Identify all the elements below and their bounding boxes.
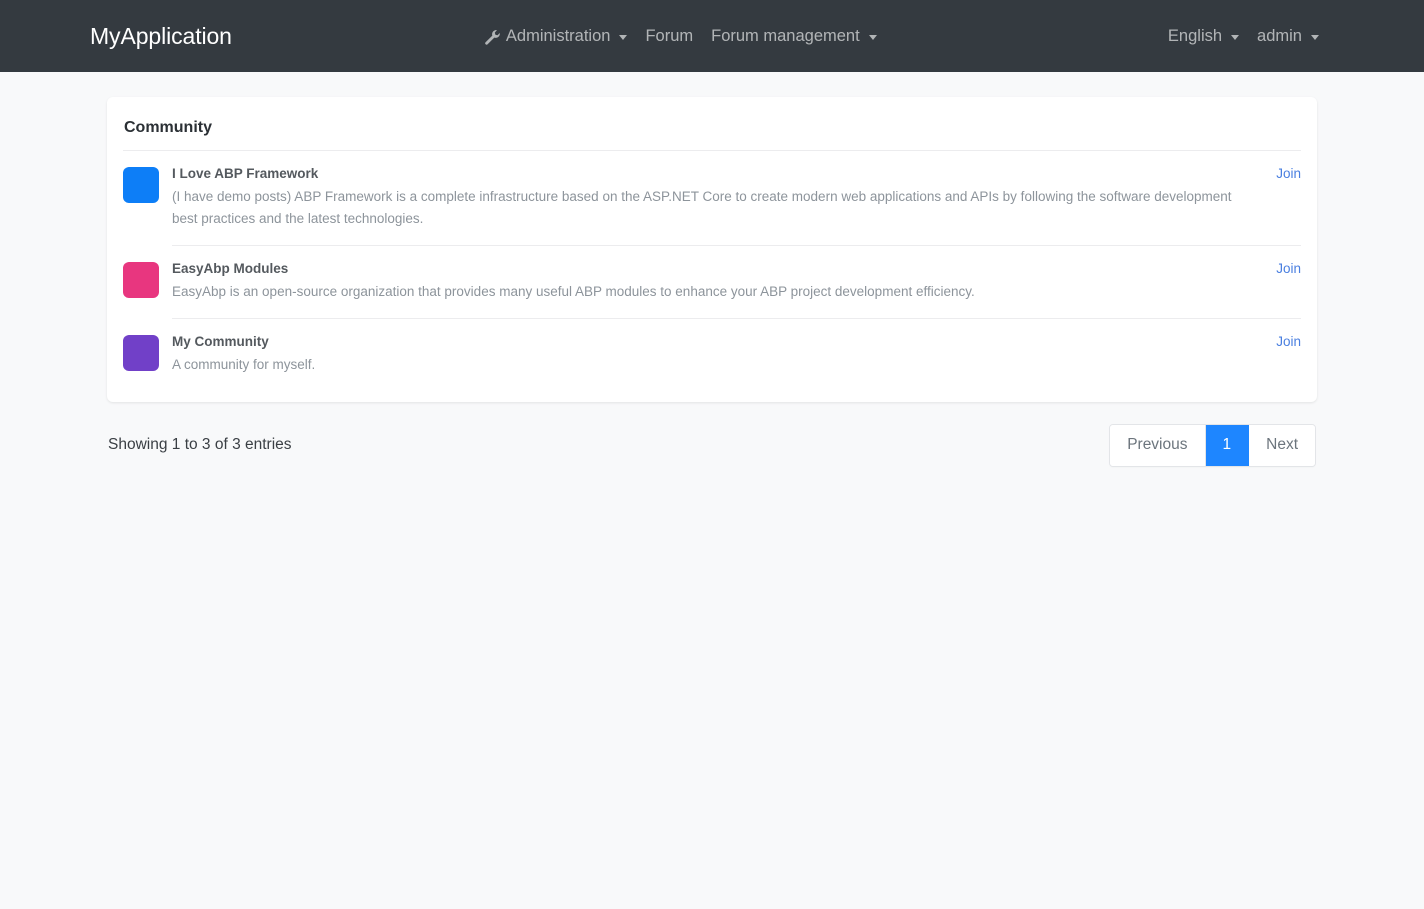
nav-item-forum-management[interactable]: Forum management <box>711 28 877 45</box>
wrench-icon <box>484 29 500 45</box>
nav-item-forum[interactable]: Forum <box>645 28 693 45</box>
chevron-down-icon <box>1231 34 1240 40</box>
page-title: Community <box>123 115 1301 151</box>
entries-info: Showing 1 to 3 of 3 entries <box>108 436 292 454</box>
community-description: A community for myself. <box>172 357 316 373</box>
community-list: I Love ABP Framework (I have demo posts)… <box>123 151 1301 386</box>
list-item[interactable]: EasyAbp Modules EasyAbp is an open-sourc… <box>123 246 1301 320</box>
community-description: (I have demo posts) ABP Framework is a c… <box>172 189 1232 227</box>
page-container: Community I Love ABP Framework (I have d… <box>107 72 1317 467</box>
nav-item-forum-management-label: Forum management <box>711 26 860 45</box>
chevron-down-icon <box>619 34 628 40</box>
community-name: My Community <box>172 334 269 350</box>
community-card: Community I Love ABP Framework (I have d… <box>107 97 1317 403</box>
community-color-swatch <box>123 167 159 203</box>
join-button[interactable]: Join <box>1276 333 1301 376</box>
primary-nav: Administration Forum Forum management <box>484 28 877 45</box>
table-footer: Showing 1 to 3 of 3 entries Previous 1 N… <box>107 424 1317 467</box>
user-menu[interactable]: admin <box>1257 28 1319 45</box>
nav-item-administration[interactable]: Administration <box>484 28 628 45</box>
list-item[interactable]: My Community A community for myself. Joi… <box>123 319 1301 386</box>
pagination-next[interactable]: Next <box>1249 425 1315 466</box>
join-button[interactable]: Join <box>1276 165 1301 230</box>
pagination-page-1[interactable]: 1 <box>1205 425 1250 466</box>
community-color-swatch <box>123 261 159 298</box>
join-button[interactable]: Join <box>1276 260 1301 303</box>
user-menu-label: admin <box>1257 26 1302 45</box>
chevron-down-icon <box>1311 34 1319 40</box>
language-selector-label: English <box>1167 26 1223 45</box>
list-item[interactable]: I Love ABP Framework (I have demo posts)… <box>123 151 1301 246</box>
community-description: EasyAbp is an open-source organization t… <box>172 284 975 300</box>
language-selector[interactable]: English <box>1167 26 1240 45</box>
nav-item-forum-label: Forum <box>645 26 694 45</box>
pagination-previous[interactable]: Previous <box>1110 425 1206 466</box>
community-name: EasyAbp Modules <box>172 260 289 276</box>
top-navbar: MyApplication Administration Forum Forum… <box>0 0 1424 72</box>
nav-item-administration-label: Administration <box>505 26 611 45</box>
chevron-down-icon <box>868 34 877 40</box>
secondary-nav: English admin <box>1168 28 1319 45</box>
pagination: Previous 1 Next <box>1109 424 1316 467</box>
community-name: I Love ABP Framework <box>172 166 319 181</box>
brand-logo[interactable]: MyApplication <box>90 23 232 50</box>
community-color-swatch <box>123 335 159 372</box>
